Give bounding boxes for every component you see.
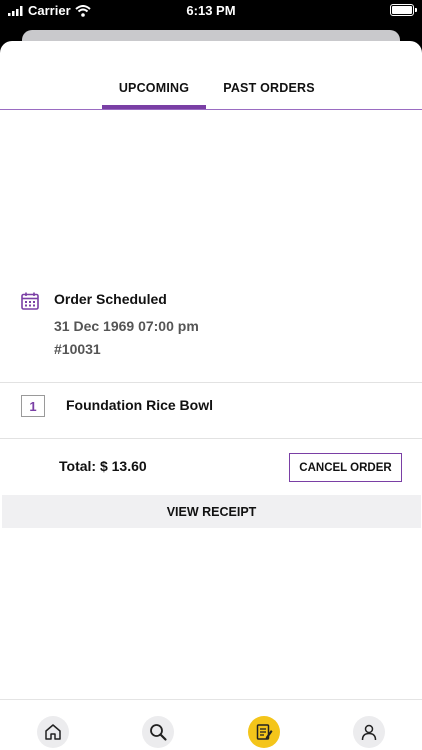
nav-orders-button[interactable] <box>248 716 280 748</box>
tab-upcoming[interactable]: UPCOMING <box>102 81 206 95</box>
nav-home-button[interactable] <box>37 716 69 748</box>
battery-icon <box>390 4 417 16</box>
search-icon <box>150 724 167 741</box>
item-quantity: 1 <box>21 395 45 417</box>
nav-search-button[interactable] <box>142 716 174 748</box>
order-item-row: 1 Foundation Rice Bowl <box>0 383 422 438</box>
nav-profile-button[interactable] <box>353 716 385 748</box>
profile-icon <box>361 724 377 741</box>
total-row: Total: $ 13.60 CANCEL ORDER <box>0 439 422 494</box>
calendar-icon <box>21 292 39 310</box>
orders-icon <box>256 724 273 740</box>
order-status: Order Scheduled <box>54 291 167 307</box>
bottom-nav <box>0 699 422 750</box>
order-tabs: UPCOMING PAST ORDERS <box>0 41 422 110</box>
order-date: 31 Dec 1969 07:00 pm <box>54 318 199 334</box>
tab-active-indicator <box>102 105 206 109</box>
home-icon <box>45 724 61 740</box>
cancel-order-button[interactable]: CANCEL ORDER <box>289 453 402 482</box>
status-time: 6:13 PM <box>186 3 236 18</box>
item-name: Foundation Rice Bowl <box>66 397 213 413</box>
order-number: #10031 <box>54 341 101 357</box>
tab-past-orders[interactable]: PAST ORDERS <box>217 81 321 95</box>
orders-sheet: UPCOMING PAST ORDERS Order Scheduled 31 … <box>0 41 422 750</box>
view-receipt-button[interactable]: VIEW RECEIPT <box>2 495 421 528</box>
order-total: Total: $ 13.60 <box>59 458 147 474</box>
status-bar: Carrier 6:13 PM <box>0 0 422 22</box>
